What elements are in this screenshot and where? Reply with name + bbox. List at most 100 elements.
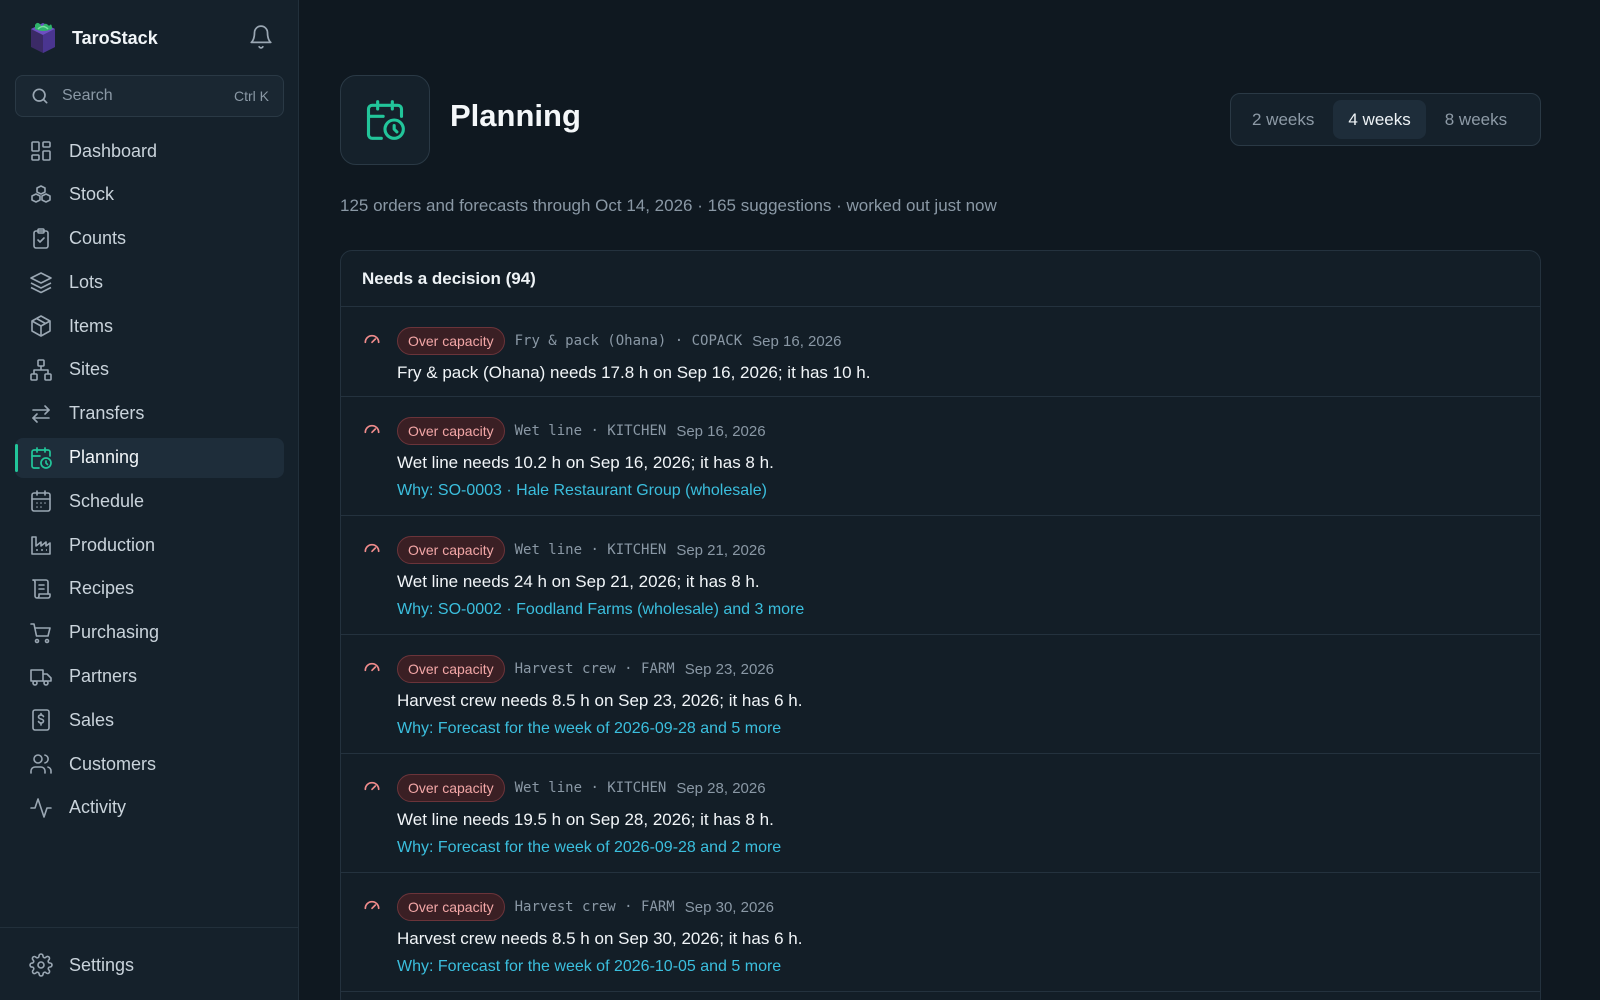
why-link[interactable]: Why: Forecast for the week of 2026-09-28… xyxy=(397,839,1540,857)
sidebar-item-activity[interactable]: Activity xyxy=(15,788,284,828)
sidebar-item-label: Lots xyxy=(69,271,104,292)
clipboard-check-icon xyxy=(33,227,49,249)
sidebar-divider xyxy=(0,927,299,928)
search-input[interactable]: Search Ctrl K xyxy=(15,75,284,117)
cart-icon xyxy=(30,622,51,644)
resource-label: Wet line · KITCHEN xyxy=(514,542,667,558)
decision-date: Sep 21, 2026 xyxy=(676,541,766,559)
why-link[interactable]: Why: Forecast for the week of 2026-10-05… xyxy=(397,958,1540,976)
sidebar-item-lots[interactable]: Lots xyxy=(15,262,284,302)
activity-icon xyxy=(30,798,52,818)
app-name: TaroStack xyxy=(72,27,158,48)
sidebar-item-customers[interactable]: Customers xyxy=(15,744,284,784)
sidebar-item-stock[interactable]: Stock xyxy=(15,175,284,215)
decision-row[interactable]: Over capacity Wet line · KITCHEN Sep 21,… xyxy=(341,516,1540,635)
status-badge: Over capacity xyxy=(397,536,505,564)
why-link[interactable]: Why: Forecast for the week of 2026-09-28… xyxy=(397,720,1540,738)
sidebar-item-label: Items xyxy=(69,315,114,336)
resource-label: Wet line · KITCHEN xyxy=(514,780,667,796)
decision-meta: Over capacity Wet line · KITCHEN Sep 28,… xyxy=(397,774,1540,802)
decision-message: Harvest crew needs 8.5 h on Sep 23, 2026… xyxy=(397,691,803,710)
sidebar-item-purchasing[interactable]: Purchasing xyxy=(15,613,284,653)
decision-meta: Over capacity Fry & pack (Ohana) · COPAC… xyxy=(397,327,1540,355)
truck-icon xyxy=(30,668,52,686)
sidebar-item-label: Partners xyxy=(69,666,138,687)
calendar-clock-icon xyxy=(366,100,405,140)
why-link[interactable]: Why: SO-0002 · Foodland Farms (wholesale… xyxy=(397,601,1540,619)
users-icon xyxy=(30,754,52,774)
package-icon xyxy=(31,315,51,337)
sidebar-item-label: Activity xyxy=(69,797,127,818)
sidebar-item-dashboard[interactable]: Dashboard xyxy=(15,131,284,171)
range-option-4-weeks[interactable]: 4 weeks xyxy=(1333,100,1426,139)
status-badge: Over capacity xyxy=(397,893,505,921)
range-option-8-weeks[interactable]: 8 weeks xyxy=(1430,100,1522,139)
decisions-header: Needs a decision (94) xyxy=(341,251,1540,307)
sidebar-item-partners[interactable]: Partners xyxy=(15,657,284,697)
dashboard-icon xyxy=(31,141,51,161)
decision-meta: Over capacity Harvest crew · FARM Sep 23… xyxy=(397,655,1540,683)
status-badge: Over capacity xyxy=(397,655,505,683)
gauge-icon xyxy=(364,662,380,672)
page-title: Planning xyxy=(450,98,581,133)
decision-meta: Over capacity Wet line · KITCHEN Sep 21,… xyxy=(397,536,1540,564)
calendar-icon xyxy=(31,490,51,513)
sidebar-item-label: Customers xyxy=(69,753,157,774)
decision-row[interactable]: Over capacity Wet line · KITCHEN Sep 16,… xyxy=(341,397,1540,516)
range-option-2-weeks[interactable]: 2 weeks xyxy=(1237,100,1329,139)
decision-row[interactable]: Over capacity Harvest crew · FARM Sep 30… xyxy=(341,873,1540,992)
sidebar-item-schedule[interactable]: Schedule xyxy=(15,481,284,521)
sidebar-item-label: Recipes xyxy=(69,578,135,599)
sidebar-item-planning[interactable]: Planning xyxy=(15,437,284,478)
decision-message: Wet line needs 10.2 h on Sep 16, 2026; i… xyxy=(397,453,774,472)
gauge-icon xyxy=(364,543,380,553)
resource-label: Harvest crew · FARM xyxy=(514,661,675,677)
sidebar-item-items[interactable]: Items xyxy=(15,306,284,346)
sidebar-item-settings[interactable]: Settings xyxy=(15,945,284,985)
decision-date: Sep 28, 2026 xyxy=(676,779,766,797)
decisions-card: Needs a decision (94) Over capacity Fry … xyxy=(340,250,1541,1000)
sidebar-item-label: Purchasing xyxy=(69,622,160,643)
decision-row[interactable]: Over capacity Fry & pack (Ohana) · COPAC… xyxy=(341,307,1540,397)
sidebar-item-label: Settings xyxy=(69,954,135,975)
sidebar-item-label: Stock xyxy=(69,184,115,205)
sidebar-item-recipes[interactable]: Recipes xyxy=(15,569,284,609)
decision-meta: Over capacity Harvest crew · FARM Sep 30… xyxy=(397,893,1540,921)
gauge-icon xyxy=(364,334,380,344)
sidebar-item-label: Dashboard xyxy=(69,140,158,161)
decision-row[interactable]: Over capacity Harvest crew · FARM Sep 23… xyxy=(341,635,1540,754)
sidebar-item-counts[interactable]: Counts xyxy=(15,219,284,259)
sidebar-item-label: Production xyxy=(69,534,156,555)
gauge-icon xyxy=(364,781,380,791)
sidebar-footer: Settings xyxy=(15,945,284,989)
gauge-icon xyxy=(364,424,380,434)
sidebar-item-label: Sales xyxy=(69,709,115,730)
decision-date: Sep 23, 2026 xyxy=(684,660,774,678)
taro-logo-icon xyxy=(31,22,55,53)
sidebar-nav: Dashboard Stock Counts Lots Items Sites … xyxy=(15,131,284,832)
resource-label: Harvest crew · FARM xyxy=(514,899,675,915)
page-subtitle: 125 orders and forecasts through Oct 14,… xyxy=(340,196,997,215)
sidebar-item-label: Sites xyxy=(69,359,110,380)
decision-message: Fry & pack (Ohana) needs 17.8 h on Sep 1… xyxy=(397,363,871,382)
scroll-icon xyxy=(32,579,51,599)
why-link[interactable]: Why: SO-0003 · Hale Restaurant Group (wh… xyxy=(397,482,1540,500)
bell-icon[interactable] xyxy=(248,24,274,50)
decision-date: Sep 16, 2026 xyxy=(676,422,766,440)
decision-row[interactable]: Over capacity Wet line · KITCHEN Sep 28,… xyxy=(341,754,1540,873)
decision-message: Wet line needs 19.5 h on Sep 28, 2026; i… xyxy=(397,810,774,829)
sidebar-item-label: Transfers xyxy=(69,403,145,424)
sidebar-item-transfers[interactable]: Transfers xyxy=(15,394,284,434)
sidebar-item-sales[interactable]: Sales xyxy=(15,700,284,740)
brand[interactable]: TaroStack xyxy=(28,20,158,56)
sidebar: TaroStack Search Ctrl K Dashboard Stock … xyxy=(0,0,299,1000)
decision-meta: Over capacity Wet line · KITCHEN Sep 16,… xyxy=(397,417,1540,445)
sidebar-item-sites[interactable]: Sites xyxy=(15,350,284,390)
layers-icon xyxy=(30,272,52,294)
sidebar-item-production[interactable]: Production xyxy=(15,525,284,565)
calendar-clock-icon xyxy=(31,446,52,469)
receipt-dollar-icon xyxy=(32,709,50,732)
sidebar-item-label: Counts xyxy=(69,228,127,249)
search-placeholder: Search xyxy=(62,87,113,104)
search-shortcut: Ctrl K xyxy=(234,88,269,104)
